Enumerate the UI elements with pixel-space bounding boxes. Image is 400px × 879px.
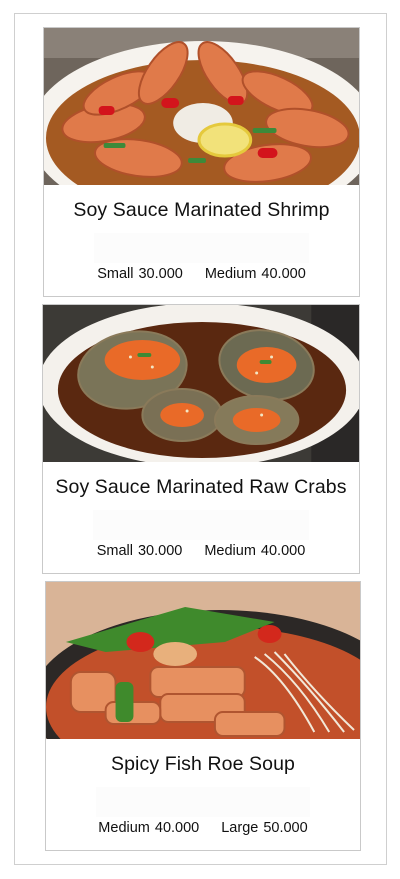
menu-card-shrimp[interactable]: Soy Sauce Marinated Shrimp Small 30.000 M… — [43, 27, 360, 297]
size-label: Large — [221, 820, 259, 836]
price-value: 40.000 — [154, 820, 200, 836]
menu-item-title: Spicy Fish Roe Soup — [111, 753, 295, 775]
price-list: Medium 40.000 Large 50.000 — [46, 820, 360, 836]
price-list: Small 30.000 Medium 40.000 — [43, 543, 359, 559]
price-value: 50.000 — [263, 820, 308, 836]
price-option[interactable]: Large 50.000 — [221, 820, 307, 836]
price-option[interactable]: Small 30.000 — [97, 266, 183, 282]
size-label: Medium — [204, 266, 257, 282]
fish-roe-soup-photo — [46, 582, 360, 739]
price-value: 30.000 — [137, 543, 183, 559]
crab-dish-photo — [43, 305, 359, 462]
price-option[interactable]: Small 30.000 — [97, 543, 183, 559]
menu-item-description — [96, 787, 310, 817]
size-label: Small — [97, 266, 134, 282]
menu-item-title: Soy Sauce Marinated Raw Crabs — [55, 476, 347, 498]
size-label: Medium — [98, 820, 150, 836]
price-list: Small 30.000 Medium 40.000 — [44, 266, 359, 282]
size-label: Small — [96, 543, 133, 559]
menu-card-fish-roe-soup[interactable]: Spicy Fish Roe Soup Medium 40.000 Large 50… — [45, 581, 361, 851]
menu-container: Soy Sauce Marinated Shrimp Small 30.000 M… — [14, 13, 387, 865]
menu-item-description — [93, 510, 309, 540]
menu-card-crabs[interactable]: Soy Sauce Marinated Raw Crabs Small 30.00… — [42, 304, 360, 574]
menu-item-title: Soy Sauce Marinated Shrimp — [73, 199, 330, 221]
size-label: Medium — [204, 543, 256, 559]
shrimp-dish-photo — [44, 28, 359, 185]
price-value: 40.000 — [260, 543, 306, 559]
price-value: 30.000 — [138, 266, 183, 282]
price-option[interactable]: Medium 40.000 — [98, 820, 199, 836]
menu-item-description — [94, 233, 309, 263]
price-value: 40.000 — [261, 266, 306, 282]
price-option[interactable]: Medium 40.000 — [205, 266, 306, 282]
price-option[interactable]: Medium 40.000 — [204, 543, 305, 559]
